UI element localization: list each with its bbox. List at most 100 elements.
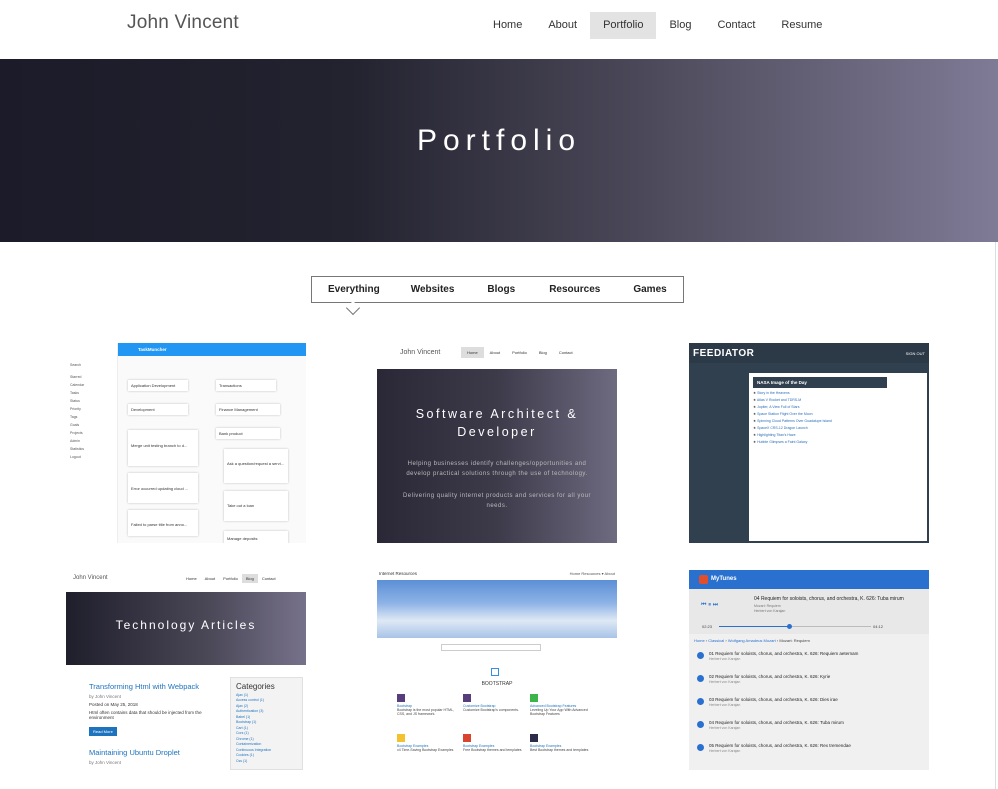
mini-hero: Software Architect & Developer Helping b… xyxy=(377,369,617,543)
top-navbar: John Vincent Home About Portfolio Blog C… xyxy=(0,0,998,59)
post-excerpt: Html often contains data that should be … xyxy=(89,710,202,720)
taskmuncher-appbar: TaskMuncher xyxy=(118,343,306,356)
portfolio-card-taskmuncher[interactable]: Search Starred Calendar Tasks Status Pri… xyxy=(66,343,306,543)
feed-row: ★ Highlighting Titan's Haze xyxy=(753,433,796,437)
category-link: Continuous Integration xyxy=(236,747,272,752)
mini-nav-item: Home xyxy=(461,347,484,358)
category-link: Cookies (1) xyxy=(236,753,254,757)
sidebar-item: Tasks xyxy=(70,391,79,395)
feed-row: ★ SpaceX CRS-12 Dragon Launch xyxy=(753,426,808,430)
post-author: by John Vincent xyxy=(89,760,121,765)
active-filter-caret xyxy=(345,300,361,316)
track-title: 02 Requiem for soloists, chorus, and orc… xyxy=(709,674,831,679)
portfolio-card-website[interactable]: John Vincent Home About Portfolio Blog C… xyxy=(377,343,617,543)
task-card: Failed to parse title from anno... xyxy=(128,510,198,536)
track-artist: Herbert von Karajan xyxy=(709,749,741,753)
mini-hero-title: Software Architect & Developer xyxy=(377,405,617,441)
mini-hero-title-line: Software Architect & xyxy=(415,407,579,421)
task-card: Bank product xyxy=(216,428,280,439)
mini-nav-item: Contact xyxy=(558,350,573,355)
feed-row: ★ Atlas V Rocket and TDRS-M xyxy=(753,398,802,402)
breadcrumb-item: Home xyxy=(694,638,705,643)
sidebar-item: Priority xyxy=(70,407,81,411)
filter-games[interactable]: Games xyxy=(633,284,666,295)
resources-nav: Home Resources ▾ About xyxy=(569,571,615,576)
blog-header: John Vincent Home About Portfolio Blog C… xyxy=(66,570,306,592)
feed-row: ★ Hubble Glimpses a Faint Galaxy xyxy=(753,440,808,444)
section-title: BOOTSTRAP xyxy=(481,681,513,687)
feed-row: ★ Jupiter, A View Full of Stars xyxy=(753,405,800,409)
task-card: Application Development xyxy=(128,380,188,391)
taskmuncher-sidebar: Search Starred Calendar Tasks Status Pri… xyxy=(66,343,118,543)
search-input xyxy=(441,644,541,651)
brand-name[interactable]: John Vincent xyxy=(127,12,239,34)
music-icon xyxy=(699,575,708,584)
categories-title: Categories xyxy=(236,682,275,691)
nav-about[interactable]: About xyxy=(535,12,590,39)
mini-nav-item: Portfolio xyxy=(512,350,527,355)
nav-home[interactable]: Home xyxy=(480,12,535,39)
breadcrumb-item: Wolfgang Amadeus Mozart xyxy=(727,638,776,643)
track-title: 03 Requiem for soloists, chorus, and orc… xyxy=(709,697,838,702)
resource-item: Advanced Bootstrap Features Leveling Up Y… xyxy=(530,694,592,716)
portfolio-card-blog[interactable]: John Vincent Home About Portfolio Blog C… xyxy=(66,570,306,770)
breadcrumb-item: Mozart: Requiem xyxy=(779,638,810,643)
track-row: 01 Requiem for soloists, chorus, and orc… xyxy=(697,647,929,670)
task-card: Manage deposits xyxy=(224,531,288,543)
progress-track xyxy=(719,626,871,627)
feediator-header: FEEDIATOR SIGN OUT xyxy=(689,343,929,363)
blog-nav-item: About xyxy=(204,576,216,581)
now-playing-artist: Herbert von Karajan xyxy=(754,609,786,613)
portfolio-filter-bar: Everything Websites Blogs Resources Game… xyxy=(311,276,684,316)
breadcrumb: Home › Classical › Wolfgang Amadeus Moza… xyxy=(694,638,810,643)
track-list: 01 Requiem for soloists, chorus, and orc… xyxy=(689,647,929,762)
nav-blog[interactable]: Blog xyxy=(656,12,704,39)
sidebar-item: Calendar xyxy=(70,383,85,387)
blog-band-title: Technology Articles xyxy=(66,592,306,665)
task-board: Application Development Transactions Dev… xyxy=(118,356,306,543)
track-row: 05 Requiem for soloists, chorus, and orc… xyxy=(697,739,929,762)
progress-knob xyxy=(787,624,792,629)
nav-resume[interactable]: Resume xyxy=(768,12,835,39)
category-link: Access control (1) xyxy=(236,698,265,702)
category-link: Authentication (3) xyxy=(236,709,264,713)
play-icon xyxy=(697,744,704,751)
sidebar-item: Admin xyxy=(70,439,80,443)
resource-item: Bootstrap Examples v4 Time-Saving Bootstr… xyxy=(397,734,459,752)
task-card: Transactions xyxy=(216,380,276,391)
page-title: Portfolio xyxy=(416,124,582,157)
blog-nav-item: Blog xyxy=(241,574,258,583)
track-artist: Herbert von Karajan xyxy=(709,680,741,684)
breadcrumb-item: Classical xyxy=(708,638,725,643)
blog-nav-item: Portfolio xyxy=(223,576,238,581)
task-card: Merge unit testing branch to d... xyxy=(128,430,198,466)
mytunes-appbar: MyTunes xyxy=(689,570,929,589)
resources-header: Internet Resources Home Resources ▾ Abou… xyxy=(377,570,617,580)
nav-contact[interactable]: Contact xyxy=(704,12,768,39)
portfolio-card-resources[interactable]: Internet Resources Home Resources ▾ Abou… xyxy=(377,570,617,770)
page-edge xyxy=(995,242,996,789)
category-link: Chrome (1) xyxy=(236,736,254,741)
feed-row: ★ Story in the Heavens xyxy=(753,391,790,395)
resource-item: Bootstrap Examples Free Bootstrap themes … xyxy=(463,734,525,752)
app-title: MyTunes xyxy=(711,576,737,582)
task-card: Development xyxy=(128,404,188,415)
mini-hero-title-line: Developer xyxy=(457,425,537,439)
filter-blogs[interactable]: Blogs xyxy=(487,284,515,295)
task-card: Ask a question/request a servi... xyxy=(224,449,288,483)
nav-portfolio[interactable]: Portfolio xyxy=(590,12,657,39)
feediator-logo: FEEDIATOR xyxy=(693,348,755,359)
app-title: TaskMuncher xyxy=(138,347,167,352)
clouds-image xyxy=(377,580,617,638)
feed-title: NASA Image of the Day xyxy=(753,377,887,388)
resource-item: Bootstrap Bootstrap is the most popular H… xyxy=(397,694,459,716)
mini-brand: John Vincent xyxy=(400,349,441,356)
portfolio-card-feediator[interactable]: FEEDIATOR SIGN OUT NASA Image of the Day… xyxy=(689,343,929,543)
filter-websites[interactable]: Websites xyxy=(411,284,455,295)
categories-panel: Categories Ajax (1) Access control (1) A… xyxy=(230,677,303,770)
filter-everything[interactable]: Everything xyxy=(328,284,380,295)
category-link: Cors (1) xyxy=(236,731,249,735)
filter-resources[interactable]: Resources xyxy=(549,284,600,295)
portfolio-card-mytunes[interactable]: MyTunes ⏮ ⏸ ⏭ 04 Requiem for soloists, c… xyxy=(689,570,929,770)
pause-icon xyxy=(697,721,704,728)
